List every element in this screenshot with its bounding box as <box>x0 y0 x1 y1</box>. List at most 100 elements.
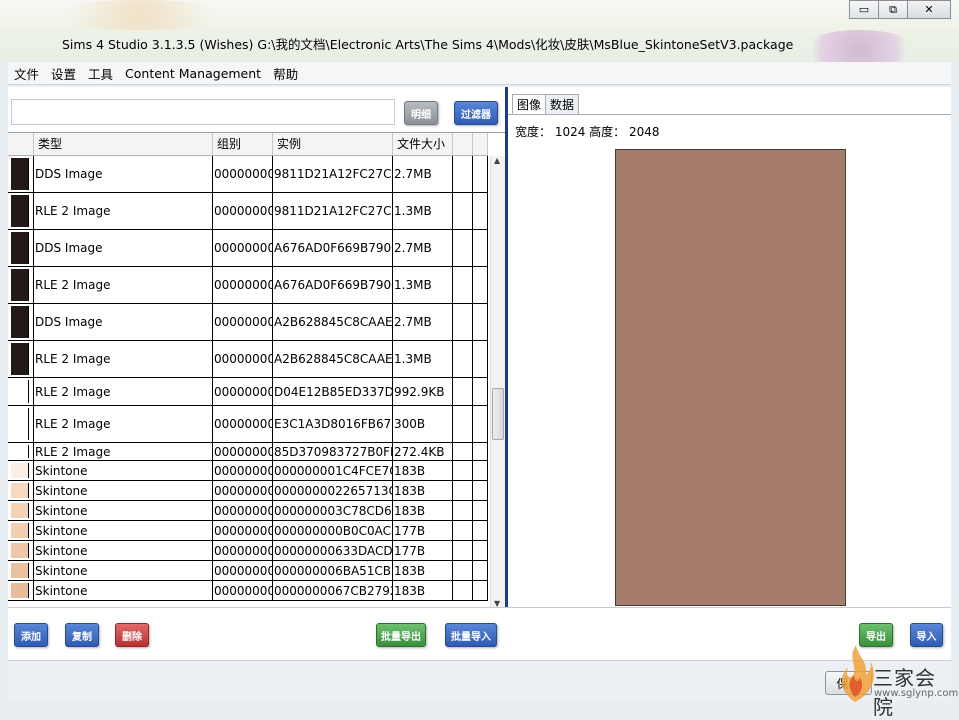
batch-export-button[interactable]: 批量导出 <box>376 623 426 647</box>
row-swatch <box>8 521 34 540</box>
filter-button[interactable]: 过滤器 <box>454 101 498 125</box>
row-group: 00000000 <box>213 561 273 580</box>
color-swatch <box>11 408 29 440</box>
menu-content-management[interactable]: Content Management <box>119 66 267 81</box>
table-row[interactable]: RLE 2 Image 00000000 D04E12B85ED337DD 992.9… <box>8 378 488 406</box>
table-row[interactable]: Skintone 00000000 0000000067CB2792 183B <box>8 581 488 601</box>
row-size: 2.7MB <box>393 304 453 340</box>
table-header: 类型 组别 实例 文件大小 <box>8 133 488 156</box>
table-row[interactable]: DDS Image 00000000 A2B628845C8CAAEE 2.7MB <box>8 304 488 341</box>
row-extra <box>453 481 473 500</box>
row-extra <box>473 561 488 580</box>
menu-file[interactable]: 文件 <box>8 64 45 83</box>
row-type: Skintone <box>34 521 213 540</box>
table-row[interactable]: Skintone 00000000 000000006BA51CBE 183B <box>8 561 488 581</box>
row-type: RLE 2 Image <box>34 267 213 303</box>
row-type: Skintone <box>34 561 213 580</box>
table-row[interactable]: Skintone 00000000 000000003C78CD60 183B <box>8 501 488 521</box>
tab-image[interactable]: 图像 <box>512 94 547 114</box>
color-swatch <box>11 232 29 264</box>
row-type: Skintone <box>34 501 213 520</box>
color-swatch <box>11 463 29 478</box>
row-extra <box>453 443 473 460</box>
row-extra <box>453 406 473 442</box>
status-bar: 保存 <box>8 660 951 701</box>
preview-pane: 图像 数据 宽度： 1024 高度： 2048 <box>508 87 951 608</box>
image-dimensions: 宽度： 1024 高度： 2048 <box>515 125 660 139</box>
table-row[interactable]: RLE 2 Image 00000000 9811D21A12FC27CF 1.3MB <box>8 193 488 230</box>
row-size: 183B <box>393 581 453 600</box>
table-row[interactable]: DDS Image 00000000 A676AD0F669B790C 2.7MB <box>8 230 488 267</box>
action-bar: 添加 复制 删除 批量导出 批量导入 导出 导入 <box>8 607 951 661</box>
row-instance: A2B628845C8CAAEE <box>273 341 393 377</box>
row-swatch <box>8 581 34 600</box>
header-size[interactable]: 文件大小 <box>393 133 453 155</box>
row-group: 00000000 <box>213 193 273 229</box>
row-type: Skintone <box>34 581 213 600</box>
watermark-url: www.sglynp.com <box>874 688 959 699</box>
minimize-button[interactable]: ▭ <box>849 0 879 19</box>
add-button[interactable]: 添加 <box>14 623 48 647</box>
row-size: 2.7MB <box>393 230 453 266</box>
row-size: 183B <box>393 461 453 480</box>
menu-tools[interactable]: 工具 <box>82 64 119 83</box>
row-instance: E3C1A3D8016FB67F <box>273 406 393 442</box>
maximize-button[interactable]: ⧉ <box>878 0 908 19</box>
row-instance: 000000001C4FCE7C <box>273 461 393 480</box>
copy-button[interactable]: 复制 <box>65 623 99 647</box>
table-row[interactable]: Skintone 00000000 000000001C4FCE7C 183B <box>8 461 488 481</box>
color-swatch <box>11 483 29 498</box>
detail-button[interactable]: 明细 <box>404 101 438 125</box>
batch-import-button[interactable]: 批量导入 <box>445 623 497 647</box>
row-type: RLE 2 Image <box>34 193 213 229</box>
resource-table: 类型 组别 实例 文件大小 DDS Image 00000000 9811D21A1… <box>8 132 505 608</box>
row-extra <box>453 501 473 520</box>
table-row[interactable]: RLE 2 Image 00000000 E3C1A3D8016FB67F 300B <box>8 406 488 443</box>
table-row[interactable]: RLE 2 Image 00000000 A2B628845C8CAAEE 1.3MB <box>8 341 488 378</box>
search-input[interactable] <box>11 99 395 125</box>
scrollbar-thumb[interactable] <box>492 388 504 440</box>
row-extra <box>473 156 488 192</box>
row-size: 1.3MB <box>393 267 453 303</box>
row-type: Skintone <box>34 461 213 480</box>
table-row[interactable]: Skintone 00000000 000000000B0C0AC5 177B <box>8 521 488 541</box>
table-row[interactable]: Skintone 00000000 000000002265713C 183B <box>8 481 488 501</box>
vertical-scrollbar[interactable]: ▲ ▼ <box>490 156 505 608</box>
table-row[interactable]: DDS Image 00000000 9811D21A12FC27CF 2.7MB <box>8 156 488 193</box>
color-swatch <box>11 503 29 518</box>
close-button[interactable]: ✕ <box>907 0 951 19</box>
row-type: RLE 2 Image <box>34 443 213 460</box>
header-group[interactable]: 组别 <box>213 133 273 155</box>
row-swatch <box>8 156 34 192</box>
table-row[interactable]: RLE 2 Image 00000000 85D370983727B0FB 272.4… <box>8 443 488 461</box>
row-extra <box>453 156 473 192</box>
color-swatch <box>11 523 29 538</box>
row-group: 00000000 <box>213 406 273 442</box>
row-type: RLE 2 Image <box>34 341 213 377</box>
table-row[interactable]: Skintone 00000000 00000000633DACDE 177B <box>8 541 488 561</box>
header-extra <box>453 133 473 155</box>
color-swatch <box>11 380 29 403</box>
delete-button[interactable]: 删除 <box>115 623 149 647</box>
row-extra <box>473 378 488 405</box>
header-instance[interactable]: 实例 <box>273 133 393 155</box>
header-type[interactable]: 类型 <box>34 133 213 155</box>
menu-help[interactable]: 帮助 <box>267 64 304 83</box>
row-instance: 0000000067CB2792 <box>273 581 393 600</box>
color-swatch <box>11 269 29 301</box>
row-instance: 000000003C78CD60 <box>273 501 393 520</box>
row-extra <box>453 521 473 540</box>
row-extra <box>473 481 488 500</box>
scroll-up-icon[interactable]: ▲ <box>494 156 500 165</box>
table-row[interactable]: RLE 2 Image 00000000 A676AD0F669B790C 1.3MB <box>8 267 488 304</box>
row-extra <box>453 230 473 266</box>
row-group: 00000000 <box>213 501 273 520</box>
row-group: 00000000 <box>213 461 273 480</box>
row-size: 272.4KB <box>393 443 453 460</box>
row-swatch <box>8 267 34 303</box>
menu-settings[interactable]: 设置 <box>45 64 82 83</box>
tab-data[interactable]: 数据 <box>545 94 580 114</box>
row-extra <box>473 267 488 303</box>
row-group: 00000000 <box>213 156 273 192</box>
row-extra <box>473 541 488 560</box>
